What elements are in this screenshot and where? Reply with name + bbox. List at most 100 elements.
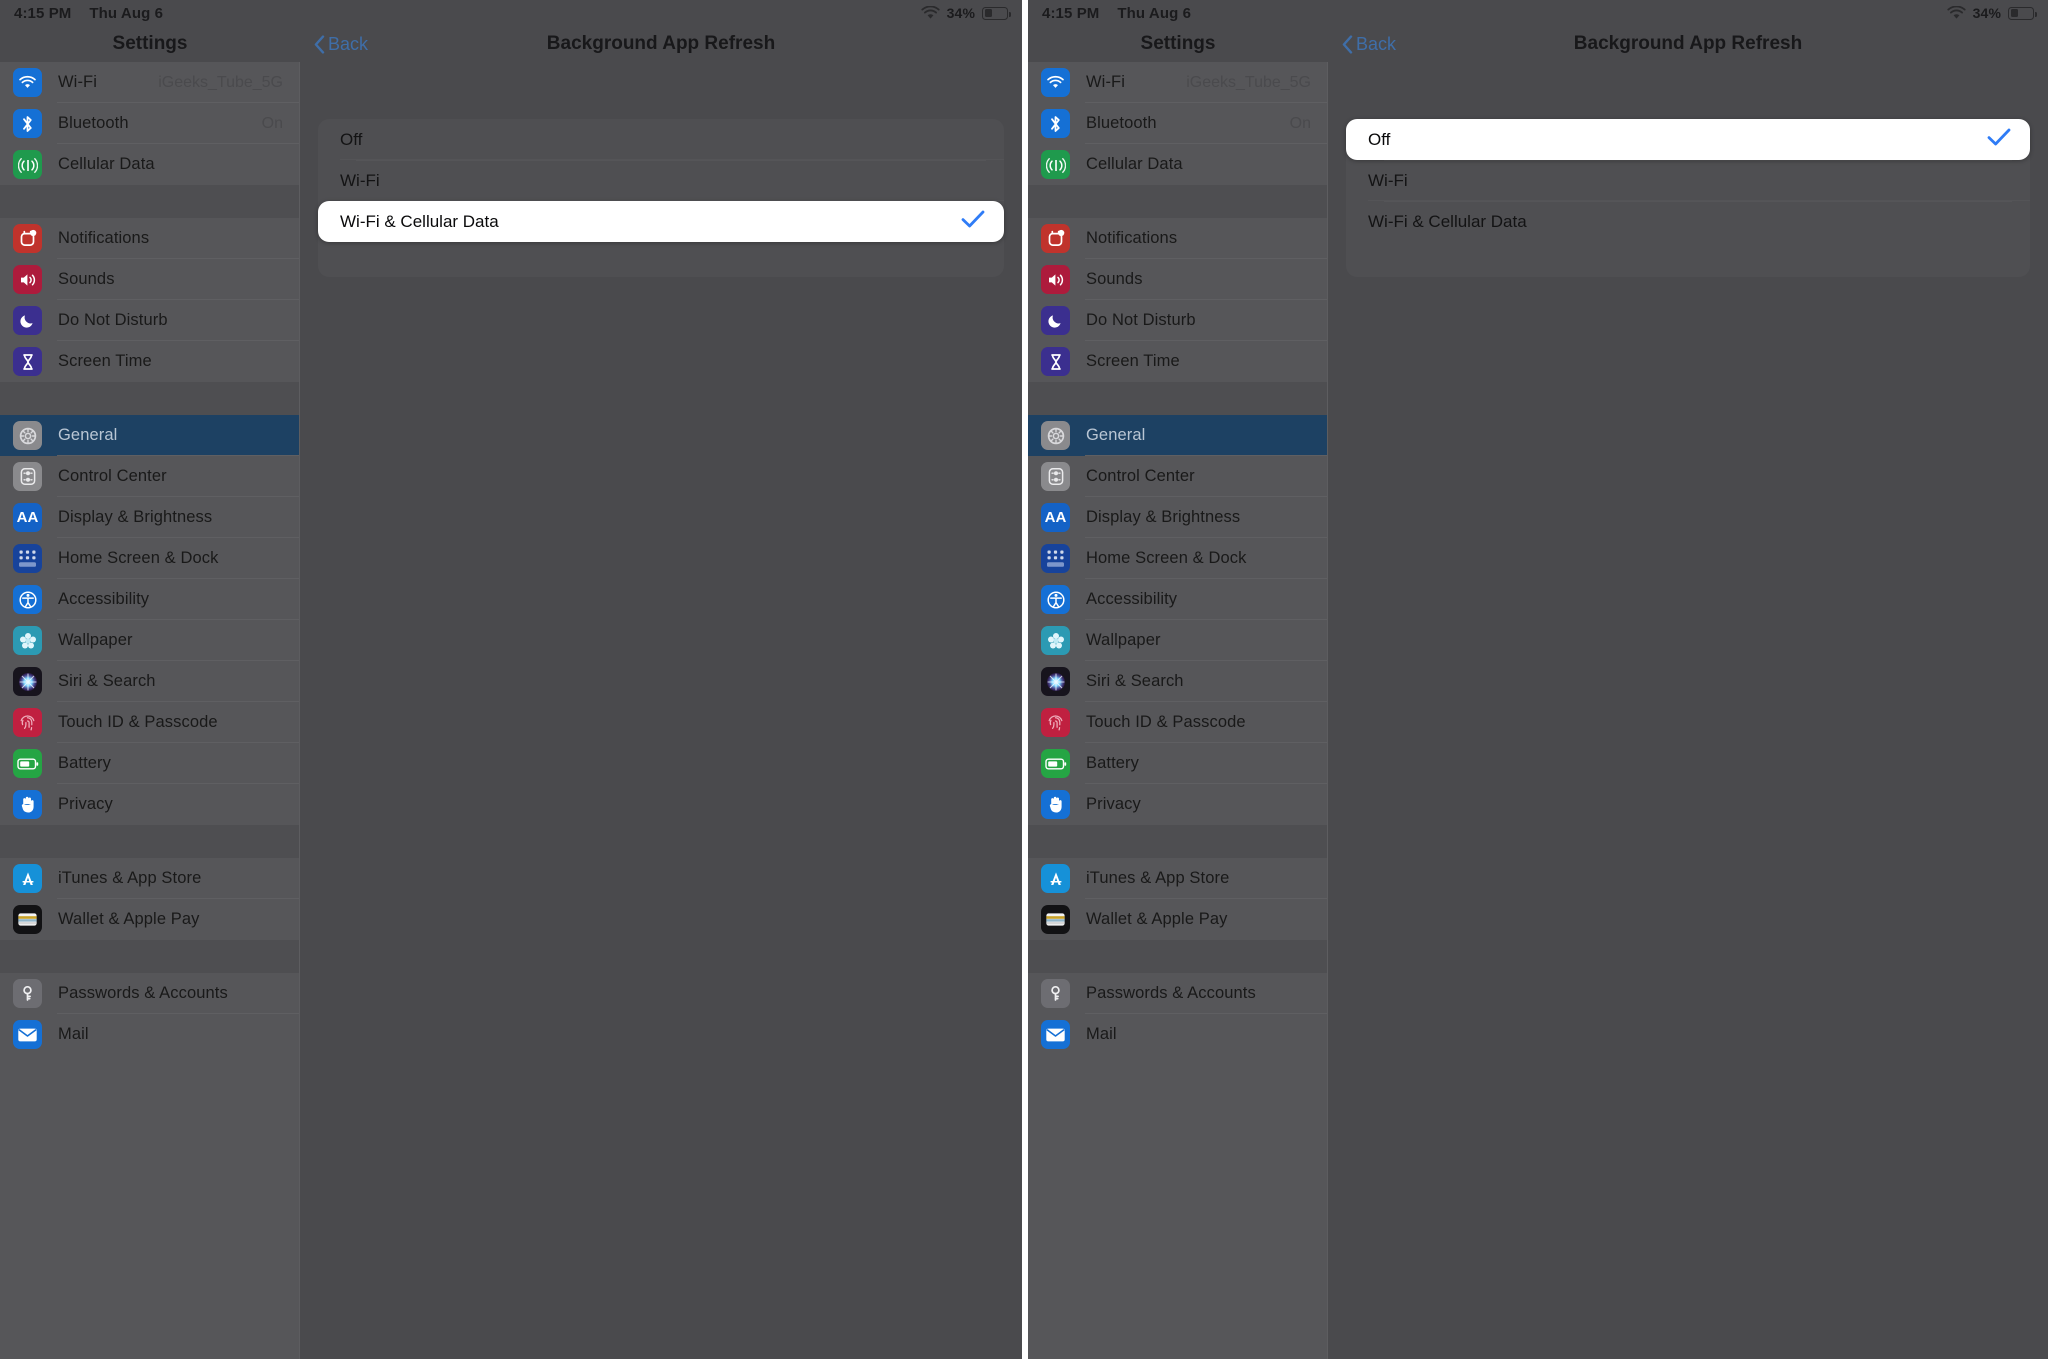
- sidebar-item-screen-time[interactable]: Screen Time: [1028, 341, 1327, 382]
- picker-option-wi-fi-cellular-data[interactable]: Wi-Fi & Cellular Data: [318, 201, 1004, 242]
- sidebar-item-do-not-disturb[interactable]: Do Not Disturb: [0, 300, 299, 341]
- sidebar-item-touch-id-passcode[interactable]: Touch ID & Passcode: [0, 702, 299, 743]
- sidebar-item-siri-search[interactable]: Siri & Search: [1028, 661, 1327, 702]
- gear-icon: [13, 421, 42, 450]
- background-app-refresh-picker-left[interactable]: Off Wi-Fi Wi-Fi & Cellular Data: [318, 119, 1004, 242]
- sidebar-item-privacy[interactable]: Privacy: [1028, 784, 1327, 825]
- sidebar-item-mail[interactable]: Mail: [1028, 1014, 1327, 1055]
- sidebar-item-wi-fi[interactable]: Wi-Fi iGeeks_Tube_5G: [0, 62, 299, 103]
- sidebar-item-siri-search[interactable]: Siri & Search: [0, 661, 299, 702]
- sidebar-item-label: Home Screen & Dock: [58, 549, 219, 567]
- sidebar-item-home-screen-dock[interactable]: Home Screen & Dock: [1028, 538, 1327, 579]
- sidebar-item-battery[interactable]: Battery: [1028, 743, 1327, 784]
- hourglass-icon: [1041, 347, 1070, 376]
- battery-icon: [1041, 749, 1070, 778]
- settings-sidebar-left[interactable]: Wi-Fi iGeeks_Tube_5G Bluetooth On Cellular D…: [0, 62, 300, 1359]
- sidebar-item-home-screen-dock[interactable]: Home Screen & Dock: [0, 538, 299, 579]
- sidebar-item-cellular-data[interactable]: Cellular Data: [0, 144, 299, 185]
- envelope-icon: [1041, 1020, 1070, 1049]
- sidebar-item-label: Bluetooth: [58, 114, 129, 132]
- sidebar-group-gap: [0, 940, 299, 973]
- picker-option-wi-fi[interactable]: Wi-Fi: [318, 160, 1004, 201]
- picker-option-label: Wi-Fi: [340, 170, 380, 190]
- sidebar-group-gap: [0, 185, 299, 218]
- sidebar-item-passwords-accounts[interactable]: Passwords & Accounts: [0, 973, 299, 1014]
- sidebar-item-general[interactable]: General: [0, 415, 299, 456]
- sidebar-item-display-brightness[interactable]: AA Display & Brightness: [1028, 497, 1327, 538]
- speaker-icon: [13, 265, 42, 294]
- sidebar-item-label: Touch ID & Passcode: [58, 713, 218, 731]
- sidebar-item-do-not-disturb[interactable]: Do Not Disturb: [1028, 300, 1327, 341]
- notifications-icon: [1041, 224, 1070, 253]
- sidebar-item-general[interactable]: General: [1028, 415, 1327, 456]
- sidebar-item-notifications[interactable]: Notifications: [1028, 218, 1327, 259]
- sidebar-item-passwords-accounts[interactable]: Passwords & Accounts: [1028, 973, 1327, 1014]
- sidebar-item-value: On: [261, 114, 283, 132]
- sidebar-item-label: iTunes & App Store: [58, 869, 202, 887]
- sidebar-item-control-center[interactable]: Control Center: [1028, 456, 1327, 497]
- gear-icon: [1041, 421, 1070, 450]
- sidebar-item-bluetooth[interactable]: Bluetooth On: [0, 103, 299, 144]
- siri-icon: [1041, 667, 1070, 696]
- status-date: Thu Aug 6: [89, 4, 164, 22]
- checkmark-icon: [1986, 126, 2012, 153]
- sidebar-item-wallet-apple-pay[interactable]: Wallet & Apple Pay: [1028, 899, 1327, 940]
- sidebar-item-label: iTunes & App Store: [1086, 869, 1230, 887]
- sidebar-item-battery[interactable]: Battery: [0, 743, 299, 784]
- bluetooth-icon: [1041, 109, 1070, 138]
- sidebar-item-notifications[interactable]: Notifications: [0, 218, 299, 259]
- sidebar-item-cellular-data[interactable]: Cellular Data: [1028, 144, 1327, 185]
- detail-pane-left: Off Wi-Fi Wi-Fi & Cellular Data: [300, 62, 1022, 1359]
- sidebar-item-label: Passwords & Accounts: [58, 984, 228, 1002]
- picker-option-wi-fi-cellular-data[interactable]: Wi-Fi & Cellular Data: [1346, 201, 2030, 242]
- sidebar-item-privacy[interactable]: Privacy: [0, 784, 299, 825]
- picker-option-label: Wi-Fi: [1368, 170, 1408, 190]
- sidebar-item-label: Passwords & Accounts: [1086, 984, 1256, 1002]
- picker-option-label: Off: [340, 129, 363, 149]
- status-time: 4:15 PM: [1042, 4, 1100, 22]
- status-bar-right: 4:15 PM Thu Aug 6 34%: [1028, 0, 2048, 26]
- sidebar-item-label: Home Screen & Dock: [1086, 549, 1247, 567]
- sidebar-item-itunes-app-store[interactable]: iTunes & App Store: [0, 858, 299, 899]
- cellular-icon: [13, 150, 42, 179]
- chevron-left-icon: [1342, 34, 1353, 54]
- sidebar-item-sounds[interactable]: Sounds: [1028, 259, 1327, 300]
- picker-option-off[interactable]: Off: [318, 119, 1004, 160]
- battery-percent: 34%: [946, 5, 975, 21]
- sidebar-item-control-center[interactable]: Control Center: [0, 456, 299, 497]
- sidebar-item-itunes-app-store[interactable]: iTunes & App Store: [1028, 858, 1327, 899]
- sidebar-item-wallpaper[interactable]: Wallpaper: [0, 620, 299, 661]
- sidebar-item-label: Wi-Fi: [58, 73, 97, 91]
- sidebar-item-wi-fi[interactable]: Wi-Fi iGeeks_Tube_5G: [1028, 62, 1327, 103]
- back-button[interactable]: Back: [1342, 34, 1396, 55]
- sidebar-item-screen-time[interactable]: Screen Time: [0, 341, 299, 382]
- picker-option-off[interactable]: Off: [1346, 119, 2030, 160]
- text-size-icon: AA: [1041, 503, 1070, 532]
- sidebar-item-label: Wallpaper: [58, 631, 133, 649]
- sidebar-item-accessibility[interactable]: Accessibility: [0, 579, 299, 620]
- sidebar-item-accessibility[interactable]: Accessibility: [1028, 579, 1327, 620]
- sidebar-item-label: Privacy: [58, 795, 113, 813]
- cellular-icon: [1041, 150, 1070, 179]
- sidebar-item-sounds[interactable]: Sounds: [0, 259, 299, 300]
- sidebar-item-label: Accessibility: [1086, 590, 1178, 608]
- picker-option-label: Wi-Fi & Cellular Data: [1368, 211, 1527, 231]
- background-app-refresh-picker-right[interactable]: Off Wi-Fi Wi-Fi & Cellular Data: [1346, 119, 2030, 242]
- checkmark-icon: [960, 208, 986, 235]
- back-button-label: Back: [328, 33, 369, 54]
- siri-icon: [13, 667, 42, 696]
- sidebar-item-bluetooth[interactable]: Bluetooth On: [1028, 103, 1327, 144]
- sidebar-item-mail[interactable]: Mail: [0, 1014, 299, 1055]
- wifi-icon: [921, 6, 940, 20]
- sidebar-item-wallet-apple-pay[interactable]: Wallet & Apple Pay: [0, 899, 299, 940]
- sidebar-group-gap: [0, 382, 299, 415]
- sidebar-group-gap: [0, 825, 299, 858]
- sidebar-item-wallpaper[interactable]: Wallpaper: [1028, 620, 1327, 661]
- app-grid-icon: [1041, 544, 1070, 573]
- picker-option-wi-fi[interactable]: Wi-Fi: [1346, 160, 2030, 201]
- sidebar-item-touch-id-passcode[interactable]: Touch ID & Passcode: [1028, 702, 1327, 743]
- sidebar-item-display-brightness[interactable]: AA Display & Brightness: [0, 497, 299, 538]
- back-button[interactable]: Back: [314, 34, 368, 55]
- settings-sidebar-right[interactable]: Wi-Fi iGeeks_Tube_5G Bluetooth On Cellular D…: [1028, 62, 1328, 1359]
- sidebar-item-value: iGeeks_Tube_5G: [158, 73, 283, 91]
